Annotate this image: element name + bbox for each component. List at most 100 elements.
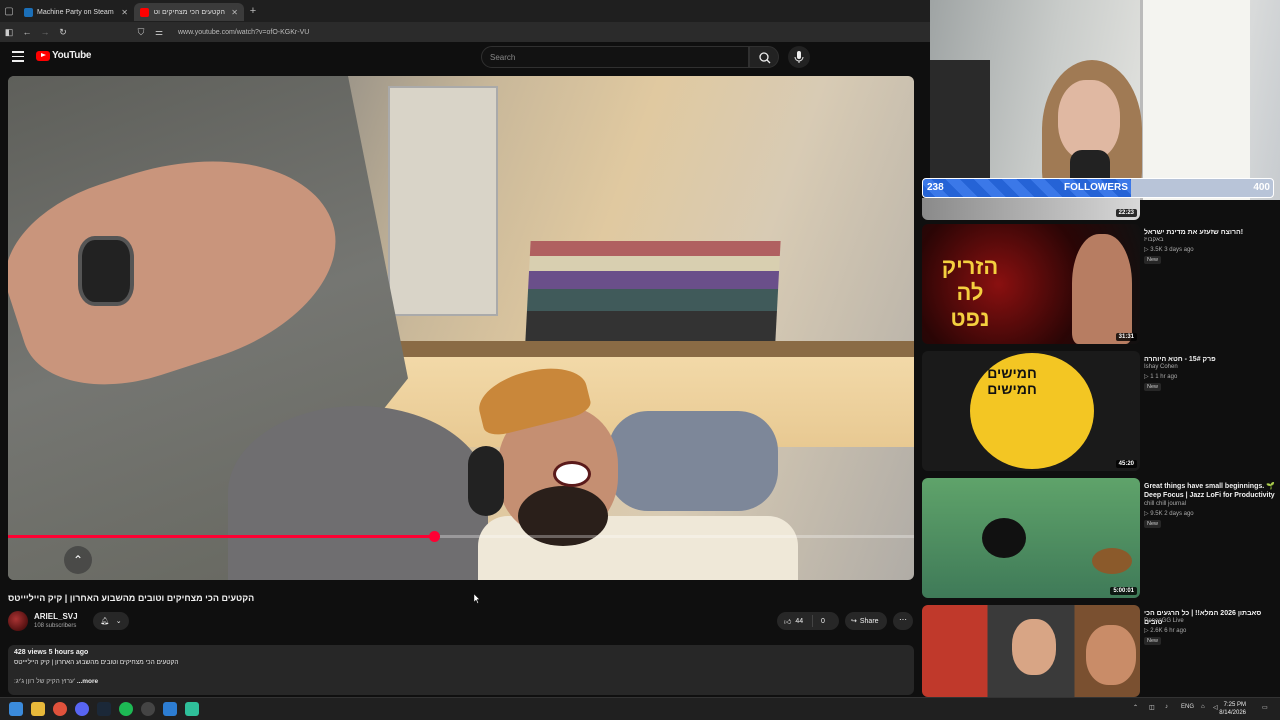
views-and-time: 428 views 5 hours ago	[14, 649, 89, 656]
recommended-video[interactable]: 5:00:01 Great things have small beginnin…	[922, 478, 1280, 598]
recommended-title[interactable]: Great things have small beginnings. 🌱 De…	[1144, 482, 1276, 500]
duration-badge: 22:23	[1115, 209, 1137, 217]
url-text[interactable]: www.youtube.com/watch?v=ofO-KGKr-VU	[178, 29, 309, 36]
description-line: :ערוץ הקיק של רוןן ג'יג'	[14, 678, 76, 685]
duration-badge: 31:31	[1115, 333, 1137, 341]
recommended-title[interactable]: הרוצח שזעזע את מדינת ישראל!	[1144, 228, 1276, 237]
chevron-up-icon[interactable]: ⌃	[64, 546, 92, 574]
description-line-2-wrap: :ערוץ הקיק של רוןן ג'יג' ...more	[14, 678, 908, 685]
site-info-icon[interactable]: ⛉	[132, 27, 150, 38]
thumbnail-text: חמישים חמישים	[987, 365, 1037, 397]
share-icon: ↪	[851, 618, 857, 625]
new-badge: New	[1144, 383, 1162, 391]
dislike-button[interactable]: 0	[813, 618, 825, 625]
search-input[interactable]: Search	[481, 46, 749, 68]
mic-icon	[794, 51, 804, 63]
recommended-meta: ▷ 9.5K 2 days ago	[1144, 511, 1194, 517]
recommended-video[interactable]: סאבתון 2026 המלא!! | כל הרגעים הכי טובים…	[922, 605, 1280, 697]
webcam-overlay	[930, 0, 1280, 200]
recommended-channel[interactable]: Ishay Cohen	[1144, 364, 1178, 370]
notification-button[interactable]: 🔔︎ ⌄	[93, 612, 129, 630]
recommended-channel[interactable]: באקבויז	[1144, 237, 1163, 243]
thumbnail-face	[1086, 625, 1136, 685]
sidebar-toggle-icon[interactable]: ◧	[0, 27, 18, 38]
menu-icon[interactable]	[12, 51, 24, 65]
video-thumbnail[interactable]: חמישים חמישים 45:20	[922, 351, 1140, 471]
tab-overview-icon[interactable]: ▢	[0, 0, 18, 22]
thumbs-up-icon: 👍︎	[784, 618, 792, 626]
windows-taskbar: ⌃ ◫ ♪ ENG ⌂ ◁ 7:25 PM 8/14/2026 ▭	[0, 697, 1280, 720]
video-frame-bg	[78, 236, 134, 306]
network-icon[interactable]: ⌂	[1201, 704, 1205, 710]
language-indicator[interactable]: ENG	[1181, 704, 1194, 710]
like-button[interactable]: 👍︎ 44	[777, 615, 813, 627]
show-more-link[interactable]: ...more	[77, 678, 98, 685]
recommended-channel[interactable]: chill chill journal	[1144, 501, 1186, 507]
followers-goal: 400	[1253, 182, 1270, 193]
close-tab-icon[interactable]: ✕	[231, 8, 238, 17]
video-thumbnail[interactable]	[922, 605, 1140, 697]
dislike-count: 0	[821, 617, 825, 625]
video-frame-bg	[228, 406, 488, 580]
tray-app-icon[interactable]: ◫	[1149, 704, 1155, 711]
scrubber-handle[interactable]	[428, 531, 440, 542]
youtube-logo[interactable]: YouTube	[36, 50, 92, 61]
video-frame-bg	[525, 241, 781, 341]
volume-icon[interactable]: ◁	[1213, 704, 1218, 711]
new-tab-icon[interactable]: +	[244, 5, 262, 17]
tab-steam[interactable]: Machine Party on Steam ✕	[18, 3, 134, 21]
tab-youtube[interactable]: הקטעים הכי מצחיקים וטובים מ ✕	[134, 3, 244, 21]
recommended-video[interactable]: הזריק לה נפט 31:31 הרוצח שזעזע את מדינת …	[922, 224, 1280, 344]
thumbnail-person	[1072, 234, 1132, 344]
recommended-video[interactable]: חמישים חמישים 45:20 פרק 15# - חטא היוהרה…	[922, 351, 1280, 471]
file-explorer-icon[interactable]	[31, 702, 45, 716]
video-thumbnail[interactable]: הזריק לה נפט 31:31	[922, 224, 1140, 344]
video-thumbnail[interactable]: 5:00:01	[922, 478, 1140, 598]
app-icon[interactable]	[141, 702, 155, 716]
tray-mic-icon[interactable]: ♪	[1165, 704, 1168, 710]
forward-icon[interactable]: →	[36, 27, 54, 37]
video-frame-bg	[608, 411, 778, 511]
tray-chevron-icon[interactable]: ⌃	[1133, 704, 1138, 711]
steam-favicon-icon	[24, 7, 33, 17]
new-badge: New	[1144, 520, 1162, 528]
duration-badge: 45:20	[1115, 460, 1137, 468]
thumbnail-pad	[1092, 548, 1132, 574]
video-progress-bar[interactable]	[8, 531, 914, 542]
browser-icon[interactable]	[53, 702, 67, 716]
video-frame-bg	[553, 461, 591, 487]
clock[interactable]: 7:25 PM 8/14/2026	[1219, 701, 1246, 717]
voice-search-button[interactable]	[788, 46, 810, 68]
thumbnail-text: הזריק לה נפט	[941, 254, 999, 331]
steam-icon[interactable]	[97, 702, 111, 716]
channel-avatar[interactable]	[8, 611, 28, 631]
recommended-title[interactable]: פרק 15# - חטא היוהרה	[1144, 355, 1276, 364]
recommended-video[interactable]: 22:23	[922, 198, 1280, 220]
share-button[interactable]: ↪ Share	[845, 612, 887, 630]
close-tab-icon[interactable]: ✕	[121, 8, 128, 17]
more-actions-button[interactable]: ⋯	[893, 612, 913, 630]
followers-current: 238	[927, 182, 944, 193]
spotify-icon[interactable]	[119, 702, 133, 716]
video-thumbnail[interactable]: 22:23	[922, 198, 1140, 220]
search-button[interactable]	[749, 46, 779, 68]
windows-start-icon[interactable]	[9, 702, 23, 716]
recommended-channel[interactable]: RonenGG Live	[1144, 618, 1184, 624]
chevron-down-icon: ⌄	[115, 618, 122, 625]
video-player[interactable]: ⌃	[8, 76, 914, 580]
app-icon[interactable]	[185, 702, 199, 716]
subscriber-count: 108 subscribers	[34, 623, 77, 629]
channel-name[interactable]: ARIEL_SVJ	[34, 612, 78, 621]
tune-icon[interactable]: ⚌	[150, 27, 168, 38]
discord-icon[interactable]	[75, 702, 89, 716]
screen: ▢ Machine Party on Steam ✕ הקטעים הכי מצ…	[0, 0, 1280, 720]
app-icon[interactable]	[163, 702, 177, 716]
notification-icon[interactable]: ▭	[1262, 704, 1268, 711]
recommended-meta: ▷ 1 1 hr ago	[1144, 374, 1178, 380]
back-icon[interactable]: ←	[18, 27, 36, 37]
mouse-cursor-icon	[474, 594, 480, 604]
share-label: Share	[859, 617, 879, 625]
reload-icon[interactable]: ↻	[54, 27, 72, 38]
description-box[interactable]: 428 views 5 hours ago הקטעים הכי מצחיקים…	[8, 645, 914, 695]
video-frame-bg	[388, 86, 498, 316]
